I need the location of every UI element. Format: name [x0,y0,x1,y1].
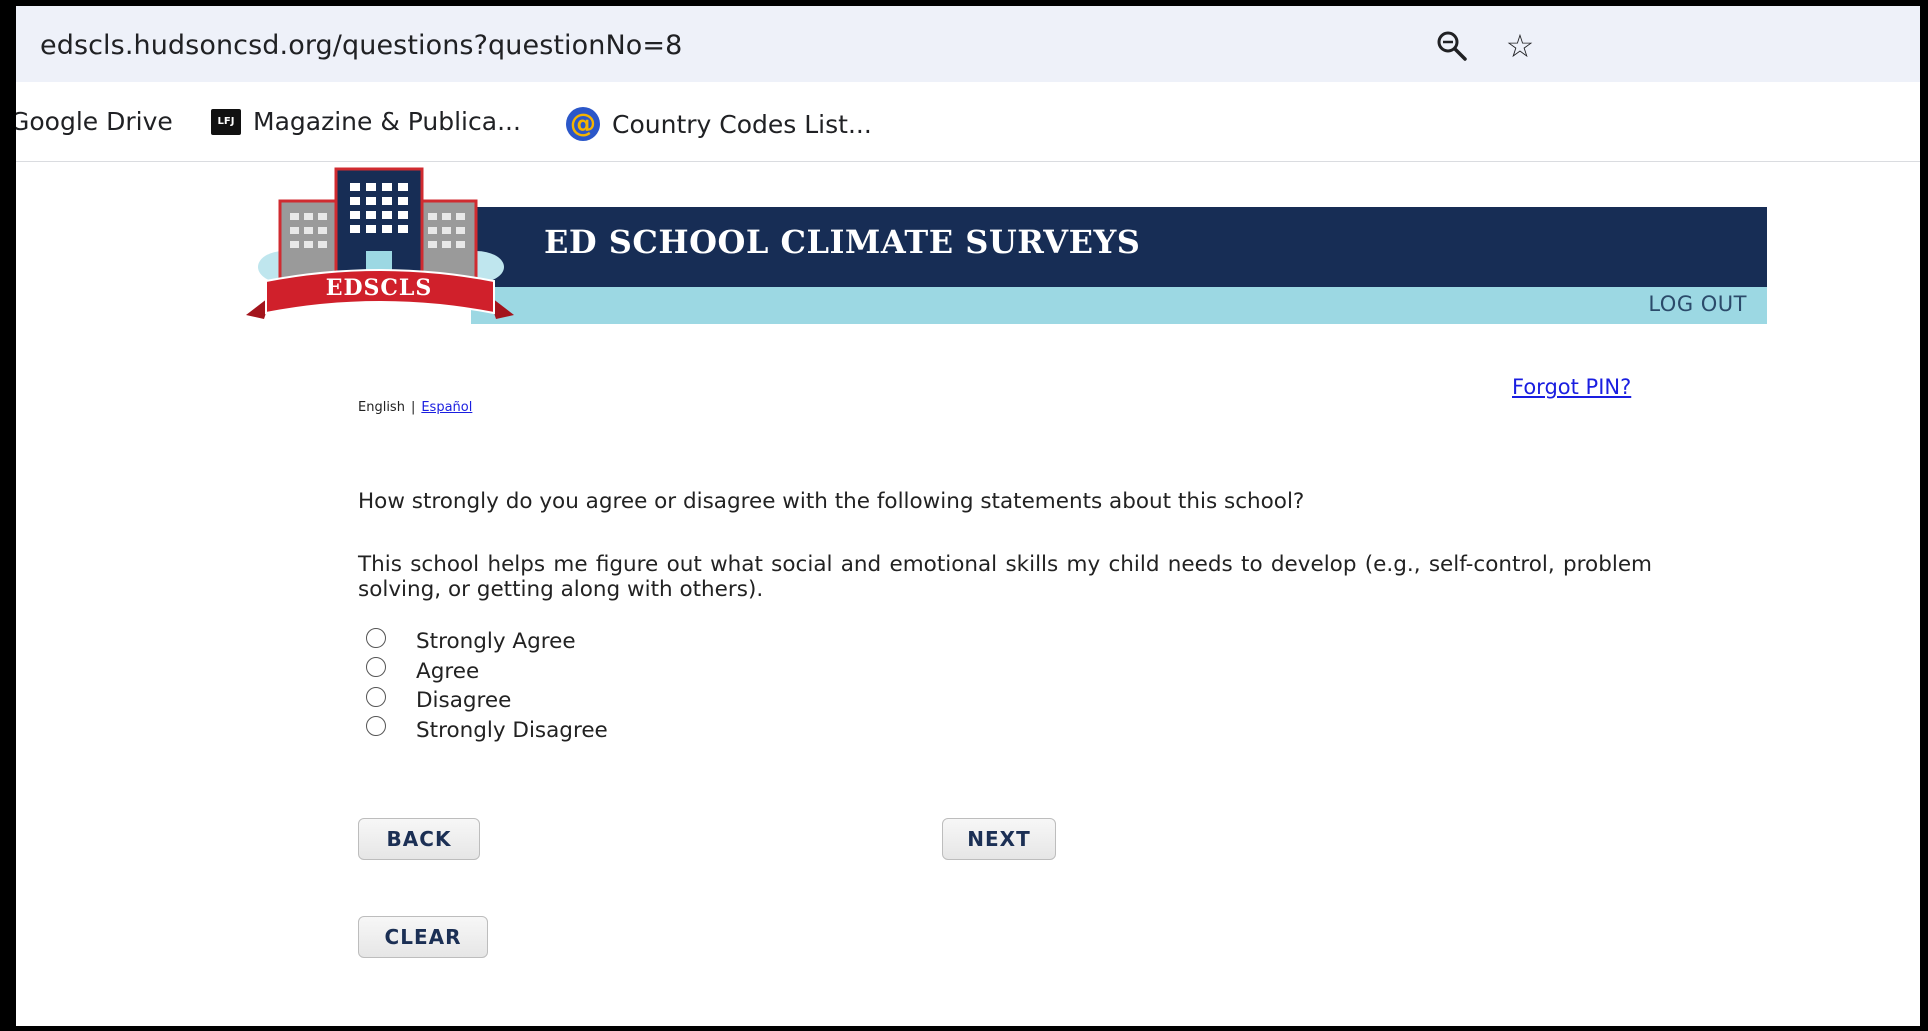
radio-button[interactable] [366,657,386,678]
question-intro: How strongly do you agree or disagree wi… [358,489,1305,514]
language-current: English [358,400,405,415]
bookmark-star-icon[interactable]: ☆ [1500,26,1540,66]
answer-options: Strongly Agree Agree Disagree Strongly D… [366,627,608,745]
bookmarks-bar: Google Drive LFJ Magazine & Publica... @… [16,82,1920,162]
address-bar[interactable]: edscls.hudsoncsd.org/questions?questionN… [16,6,1920,82]
browser-window: edscls.hudsoncsd.org/questions?questionN… [16,6,1920,1026]
language-spanish-link[interactable]: Español [421,400,472,415]
option-strongly-disagree[interactable]: Strongly Disagree [366,716,608,746]
clear-button[interactable]: CLEAR [358,916,488,958]
bookmark-google-drive[interactable]: Google Drive [16,107,173,136]
radio-button[interactable] [366,627,386,648]
option-disagree[interactable]: Disagree [366,686,608,716]
site-title: ED SCHOOL CLIMATE SURVEYS [544,223,1141,261]
question-text: This school helps me figure out what soc… [358,552,1652,602]
option-label: Disagree [416,688,512,714]
bookmark-label: Google Drive [16,107,173,136]
option-label: Strongly Agree [416,629,576,655]
option-label: Strongly Disagree [416,717,608,743]
at-sign-icon: @ [566,107,600,141]
bookmark-label: Magazine & Publica... [253,107,521,136]
radio-button[interactable] [366,686,386,707]
edscls-logo [246,167,514,319]
lfj-icon: LFJ [211,108,241,135]
header-subbar: LOG OUT [471,287,1767,324]
logout-link[interactable]: LOG OUT [1648,292,1747,316]
option-strongly-agree[interactable]: Strongly Agree [366,627,608,657]
option-label: Agree [416,658,480,684]
next-button[interactable]: NEXT [942,818,1056,860]
bookmark-magazine[interactable]: LFJ Magazine & Publica... [211,107,521,136]
option-agree[interactable]: Agree [366,657,608,687]
bookmark-label: Country Codes List... [612,109,872,139]
radio-button[interactable] [366,716,386,737]
back-button[interactable]: BACK [358,818,480,860]
page-content: ED SCHOOL CLIMATE SURVEYS LOG OUT EDSCLS… [16,163,1920,1026]
url-text[interactable]: edscls.hudsoncsd.org/questions?questionN… [40,30,682,61]
bookmark-country-codes[interactable]: @ Country Codes List... [566,107,872,141]
forgot-pin-link[interactable]: Forgot PIN? [1512,375,1631,399]
logo-text: EDSCLS [325,275,433,301]
zoom-icon[interactable] [1432,26,1472,66]
language-switcher: English | Español [358,400,473,415]
